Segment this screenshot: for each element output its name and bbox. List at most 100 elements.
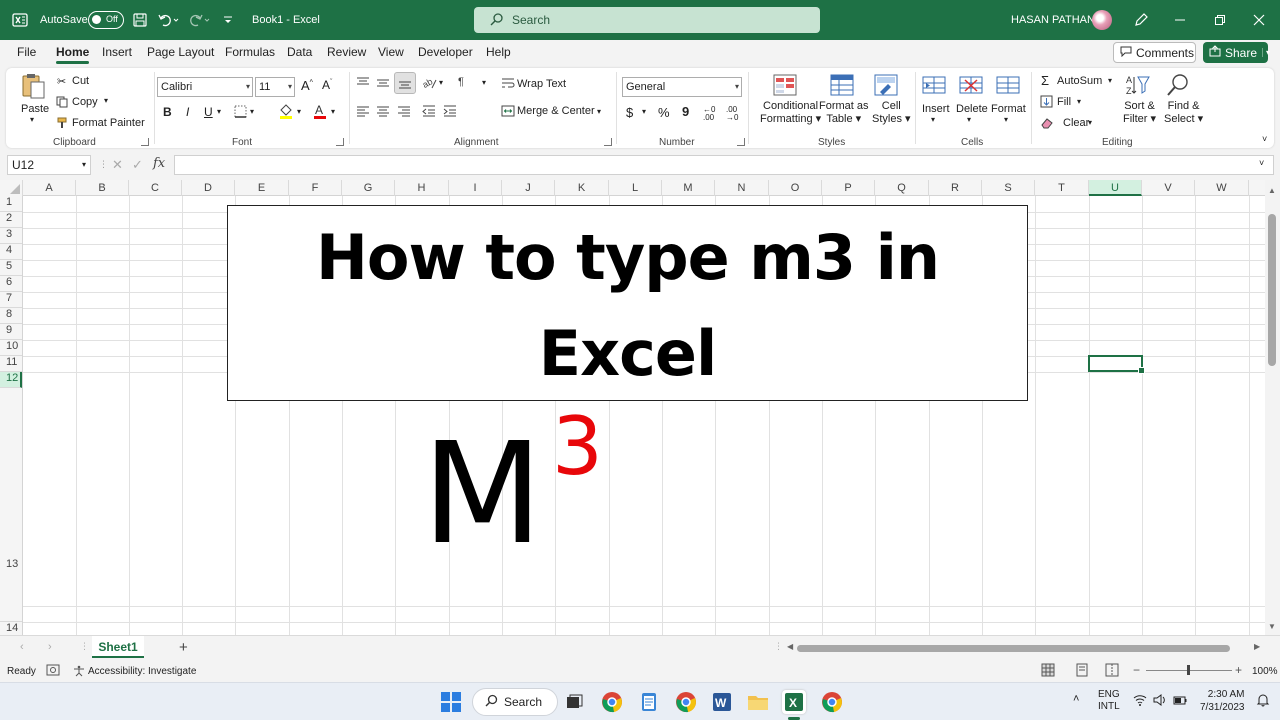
sheet-next-icon[interactable]: › bbox=[48, 641, 52, 653]
conditional-formatting-icon[interactable] bbox=[772, 72, 798, 98]
task-view-icon[interactable] bbox=[562, 690, 586, 714]
currency-icon[interactable]: $ bbox=[626, 105, 633, 120]
decrease-font-icon[interactable]: Aˇ bbox=[322, 78, 332, 92]
close-icon[interactable] bbox=[1253, 0, 1265, 40]
tab-help[interactable]: Help bbox=[486, 45, 511, 59]
font-color-icon[interactable]: A bbox=[312, 103, 328, 122]
horizontal-scroll-thumb[interactable] bbox=[797, 645, 1230, 652]
alignment-launcher-icon[interactable] bbox=[604, 138, 612, 146]
column-header[interactable]: A bbox=[23, 180, 76, 196]
column-header[interactable]: R bbox=[929, 180, 982, 196]
vertical-scroll-thumb[interactable] bbox=[1268, 214, 1276, 366]
cell-styles-button[interactable]: Cell Styles ▾ bbox=[872, 100, 911, 126]
delete-dropdown-icon[interactable]: ▾ bbox=[967, 115, 971, 124]
orientation-icon[interactable]: ab bbox=[421, 76, 438, 93]
accessibility-icon[interactable] bbox=[73, 665, 85, 680]
scroll-down-icon[interactable]: ▼ bbox=[1268, 622, 1276, 631]
tab-data[interactable]: Data bbox=[287, 45, 312, 59]
name-box-dropdown-icon[interactable]: ▾ bbox=[82, 156, 86, 174]
format-cells-button[interactable]: Format bbox=[991, 103, 1026, 115]
comments-button[interactable]: Comments bbox=[1113, 42, 1196, 63]
chrome-profile-icon[interactable] bbox=[674, 690, 698, 714]
align-left-icon[interactable] bbox=[356, 104, 370, 121]
notepad-icon[interactable] bbox=[637, 690, 661, 714]
currency-dropdown-icon[interactable]: ▾ bbox=[642, 107, 646, 116]
comma-icon[interactable]: 9 bbox=[682, 104, 689, 119]
confirm-entry-icon[interactable]: ✓ bbox=[132, 157, 143, 173]
row-header[interactable]: 10 bbox=[0, 340, 22, 356]
font-color-dropdown-icon[interactable]: ▾ bbox=[331, 107, 335, 116]
underline-dropdown-icon[interactable]: ▾ bbox=[217, 107, 221, 116]
fill-button[interactable]: Fill bbox=[1057, 96, 1071, 108]
scroll-left-icon[interactable]: ◀ bbox=[787, 642, 793, 651]
redo-icon[interactable] bbox=[188, 0, 210, 40]
find-select-button[interactable]: Find & Select ▾ bbox=[1164, 100, 1203, 126]
wifi-icon[interactable] bbox=[1133, 694, 1147, 709]
tab-page-layout[interactable]: Page Layout bbox=[147, 45, 214, 59]
row-header[interactable]: 9 bbox=[0, 324, 22, 340]
row-header[interactable]: 2 bbox=[0, 212, 22, 228]
windows-start-icon[interactable] bbox=[439, 690, 463, 714]
column-header[interactable]: J bbox=[502, 180, 555, 196]
decrease-indent-icon[interactable] bbox=[422, 104, 436, 121]
taskbar-search[interactable]: Search bbox=[472, 688, 558, 716]
name-box[interactable]: U12 ▾ bbox=[7, 155, 91, 175]
battery-icon[interactable] bbox=[1173, 694, 1187, 709]
restore-icon[interactable] bbox=[1214, 0, 1226, 40]
zoom-out-icon[interactable]: − bbox=[1133, 663, 1140, 677]
text-direction-dropdown-icon[interactable]: ▾ bbox=[482, 78, 486, 87]
format-as-table-icon[interactable] bbox=[829, 72, 855, 98]
column-header-selected[interactable]: U bbox=[1089, 180, 1142, 196]
undo-icon[interactable] bbox=[157, 0, 179, 40]
format-dropdown-icon[interactable]: ▾ bbox=[1004, 115, 1008, 124]
font-name-select[interactable]: Calibri ▾ bbox=[157, 77, 253, 97]
align-middle-icon[interactable] bbox=[376, 76, 390, 93]
merge-dropdown-icon[interactable]: ▾ bbox=[597, 107, 601, 116]
excel-taskbar-icon[interactable]: X bbox=[782, 690, 806, 714]
delete-cells-icon[interactable] bbox=[958, 72, 984, 98]
column-header[interactable]: Q bbox=[875, 180, 929, 196]
sheet-tab-sheet1[interactable]: Sheet1 bbox=[92, 636, 144, 658]
column-header[interactable]: E bbox=[235, 180, 289, 196]
column-header[interactable]: V bbox=[1142, 180, 1195, 196]
sheet-prev-icon[interactable]: ‹ bbox=[20, 641, 24, 653]
vertical-scrollbar[interactable]: ▲ ▼ bbox=[1265, 180, 1280, 635]
scroll-right-icon[interactable]: ▶ bbox=[1254, 642, 1260, 651]
tab-insert[interactable]: Insert bbox=[102, 45, 132, 59]
insert-dropdown-icon[interactable]: ▾ bbox=[931, 115, 935, 124]
column-header[interactable]: I bbox=[449, 180, 502, 196]
minimize-icon[interactable] bbox=[1174, 0, 1186, 40]
user-name[interactable]: HASAN PATHAN bbox=[1011, 0, 1095, 40]
find-select-icon[interactable] bbox=[1165, 72, 1191, 98]
fill-color-icon[interactable] bbox=[278, 103, 294, 122]
tab-file[interactable]: File bbox=[17, 45, 36, 59]
active-cell-u12[interactable] bbox=[1088, 355, 1145, 374]
column-header[interactable]: O bbox=[769, 180, 822, 196]
insert-function-icon[interactable]: fx bbox=[153, 156, 165, 171]
wrap-text-button[interactable]: Wrap Text bbox=[517, 78, 566, 90]
conditional-formatting-button[interactable]: Conditional Formatting ▾ bbox=[760, 100, 821, 126]
scroll-up-icon[interactable]: ▲ bbox=[1268, 186, 1276, 195]
copy-button[interactable]: Copy bbox=[72, 96, 98, 108]
italic-icon[interactable]: I bbox=[186, 105, 189, 119]
row-header[interactable]: 5 bbox=[0, 260, 22, 276]
clipboard-launcher-icon[interactable] bbox=[141, 138, 149, 146]
autosum-dropdown-icon[interactable]: ▾ bbox=[1108, 76, 1112, 85]
column-header[interactable]: F bbox=[289, 180, 342, 196]
row-header[interactable]: 7 bbox=[0, 292, 22, 308]
font-size-select[interactable]: 11 ▾ bbox=[255, 77, 295, 97]
number-format-select[interactable]: General ▾ bbox=[622, 77, 742, 97]
page-layout-view-icon[interactable] bbox=[1075, 663, 1089, 680]
language-indicator[interactable]: ENG INTL bbox=[1098, 689, 1120, 713]
decrease-decimal-icon[interactable]: .00 →0 bbox=[726, 106, 738, 122]
tab-review[interactable]: Review bbox=[327, 45, 366, 59]
file-explorer-icon[interactable] bbox=[746, 690, 770, 714]
row-header-selected[interactable]: 12 bbox=[0, 372, 22, 388]
fill-color-dropdown-icon[interactable]: ▾ bbox=[297, 107, 301, 116]
sort-filter-button[interactable]: Sort & Filter ▾ bbox=[1123, 100, 1156, 126]
clock[interactable]: 2:30 AM 7/31/2023 bbox=[1200, 688, 1245, 714]
merge-center-button[interactable]: Merge & Center bbox=[517, 105, 595, 117]
column-header[interactable]: D bbox=[182, 180, 235, 196]
column-header[interactable]: N bbox=[715, 180, 769, 196]
copy-dropdown-icon[interactable]: ▾ bbox=[104, 96, 108, 105]
